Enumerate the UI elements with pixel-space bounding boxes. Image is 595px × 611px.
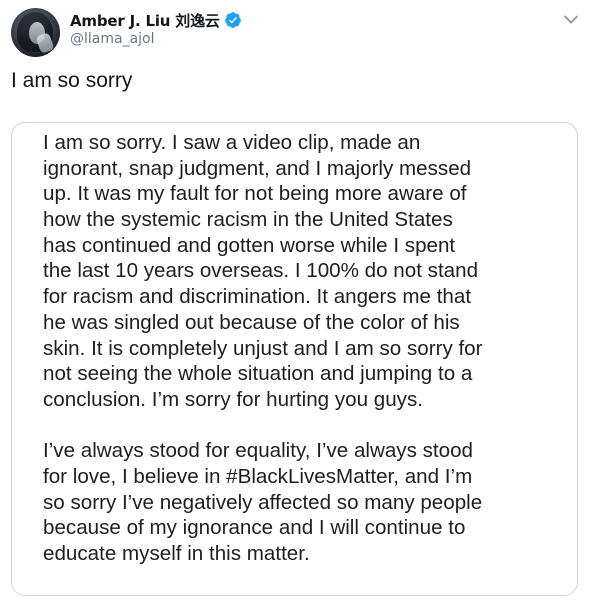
statement-line: conclusion. I’m sorry for hurting you gu… xyxy=(43,387,423,411)
author-handle[interactable]: @llama_ajol xyxy=(70,31,155,47)
statement-line: I’ve always stood for equality, I’ve alw… xyxy=(43,439,474,463)
statement-line: skin. It is completely unjust and I am s… xyxy=(43,336,483,360)
statement-line: for love, I believe in #BlackLivesMatter… xyxy=(43,464,473,488)
statement-line: up. It was my fault for not being more a… xyxy=(43,182,467,206)
tweet-text: I am so sorry xyxy=(11,69,133,92)
tweet: Amber J. Liu 刘逸云 @llama_ajol I am so sor… xyxy=(0,0,595,611)
statement-line: educate myself in this matter. xyxy=(43,542,310,565)
statement-line: not seeing the whole situation and jumpi… xyxy=(43,362,473,386)
statement-text: I am so sorry. I saw a video clip, made … xyxy=(43,130,563,567)
statement-line: he was singled out because of the color … xyxy=(43,310,460,334)
avatar[interactable] xyxy=(11,8,60,57)
verified-badge-icon xyxy=(224,12,241,28)
statement-line: how the systemic racism in the United St… xyxy=(43,208,453,232)
media-image-card[interactable]: I am so sorry. I saw a video clip, made … xyxy=(11,122,578,596)
statement-line: because of my ignorance and I will conti… xyxy=(43,516,466,540)
statement-line: for racism and discrimination. It angers… xyxy=(43,285,472,309)
statement-line: I am so sorry. I saw a video clip, made … xyxy=(43,131,421,154)
statement-line: ignorant, snap judgment, and I majorly m… xyxy=(43,156,472,180)
statement-line: the last 10 years overseas. I 100% do no… xyxy=(43,259,479,283)
statement-line: so sorry I’ve negatively affected so man… xyxy=(43,490,483,514)
author-name-row[interactable]: Amber J. Liu 刘逸云 xyxy=(70,10,242,30)
statement-line: has continued and gotten worse while I s… xyxy=(43,233,456,257)
chevron-down-icon[interactable] xyxy=(562,13,580,27)
author-display-name[interactable]: Amber J. Liu 刘逸云 xyxy=(70,10,220,31)
